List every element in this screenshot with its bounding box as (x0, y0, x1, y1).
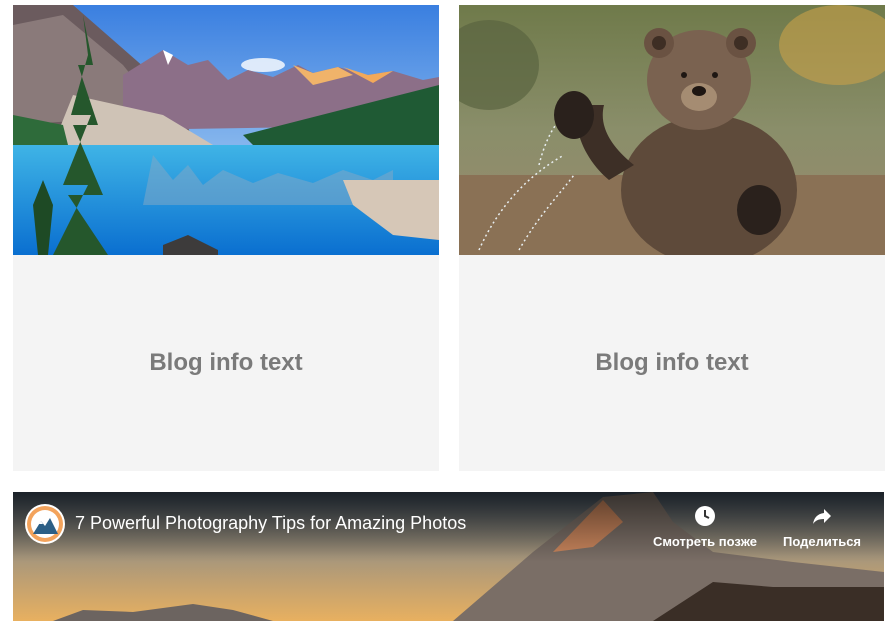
watch-later-label: Смотреть позже (653, 534, 757, 549)
blog-card-2[interactable]: Blog info text (459, 5, 885, 471)
channel-avatar[interactable] (25, 504, 65, 544)
clock-icon (694, 506, 715, 526)
mountain-logo-icon (27, 506, 63, 542)
video-player[interactable]: 7 Powerful Photography Tips for Amazing … (13, 492, 884, 621)
share-arrow-icon (813, 509, 832, 524)
card-image-lake[interactable] (13, 5, 439, 255)
lake-landscape-image (13, 5, 439, 255)
card-image-bear[interactable] (459, 5, 885, 255)
blog-card-1[interactable]: Blog info text (13, 5, 439, 471)
watch-later-button[interactable]: Смотреть позже (653, 504, 757, 549)
share-label: Поделиться (783, 534, 862, 549)
blog-info-text: Blog info text (595, 349, 749, 376)
bear-image (459, 5, 885, 255)
video-title[interactable]: 7 Powerful Photography Tips for Amazing … (75, 513, 466, 534)
blog-info-text: Blog info text (149, 349, 303, 376)
share-button[interactable]: Поделиться (783, 504, 861, 549)
